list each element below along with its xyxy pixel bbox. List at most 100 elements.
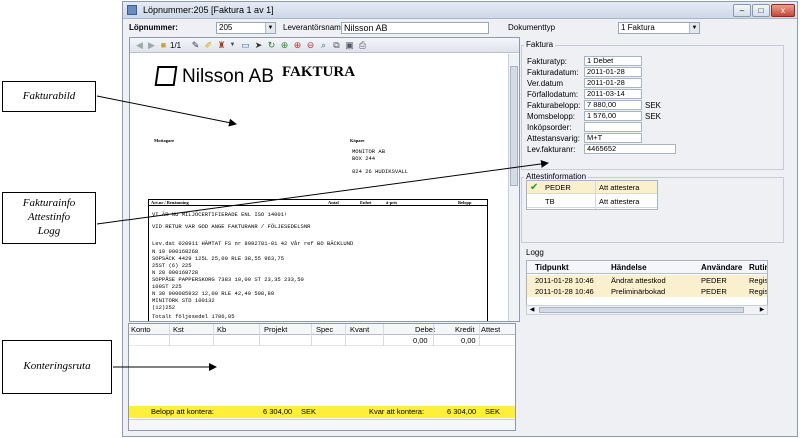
invoice-line: VI ÄR NU MILJÖCERTIFIERADE ENL ISO 14001…	[152, 211, 288, 218]
invoice-line: 25ST (6) 225	[152, 262, 192, 269]
kontering-col-projekt[interactable]: Projekt	[264, 325, 287, 334]
scroll-left-icon[interactable]: ◀	[527, 306, 537, 314]
kontering-col-attest[interactable]: Attest	[481, 325, 500, 334]
pen-icon[interactable]: ✎	[190, 40, 201, 51]
zoom-icon[interactable]: ⌕	[318, 40, 329, 51]
attest-row[interactable]: TB Att attestera	[527, 195, 657, 208]
arrow-left-icon[interactable]: ◀	[134, 40, 145, 51]
dokumenttyp-combo[interactable]: 1 Faktura ▼	[618, 22, 700, 34]
invoice-line: VID RETUR VAR GOD ANGE FAKTURANR / FÖLJE…	[152, 223, 311, 230]
chevron-down-icon[interactable]: ▼	[689, 23, 699, 33]
kontering-divider	[213, 324, 214, 346]
chevron-down-icon[interactable]: ▼	[265, 23, 275, 33]
scrollbar-thumb[interactable]	[510, 66, 518, 186]
levfakturanr-label: Lev.fakturanr:	[527, 145, 576, 154]
invoice-vertical-scrollbar[interactable]	[508, 54, 519, 321]
invoice-brand: Nilsson AB	[182, 66, 274, 87]
zoom-fit-icon[interactable]: ⊕	[279, 40, 290, 51]
fakturabelopp-currency: SEK	[645, 101, 662, 110]
zoom-in-icon[interactable]: ⊕	[292, 40, 303, 51]
folder-icon[interactable]: ■	[158, 40, 169, 51]
kontering-grid: Konto Kst Kb Projekt Spec Kvant Debet Kr…	[128, 323, 516, 431]
invoice-image-pane: ◀ ▶ ■ 1/1 ✎ ✐ ♜ ▼ ▭ ➤ ↻ ⊕ ⊕ ⊖ ⌕ ⧉ ▣ ⎙ Ni…	[129, 37, 520, 322]
lopnummer-combo[interactable]: 205 ▼	[216, 22, 276, 34]
print-icon[interactable]: ⎙	[357, 40, 368, 51]
fakturabelopp-field[interactable]: 7 880,00	[584, 100, 642, 110]
callout-fakturainfo: Fakturainfo Attestinfo Logg	[2, 192, 96, 244]
belopp-currency: SEK	[301, 407, 317, 416]
invoice-doc-title: FAKTURA	[282, 64, 356, 80]
dropdown-icon[interactable]: ▼	[227, 40, 238, 51]
title-bar[interactable]: Löpnummer:205 [Faktura 1 av 1] – □ x	[123, 2, 797, 19]
log-horizontal-scrollbar[interactable]: ◀ ▶	[526, 305, 768, 315]
invoice-line: SOPPÅSE PAPPERSKORG 7383 10,00 ST 23,35 …	[152, 276, 304, 283]
invoice-col-antal: Antal	[328, 200, 339, 205]
kontering-col-kredit[interactable]: Kredit	[455, 325, 475, 334]
forfallodatum-label: Förfallodatum:	[527, 90, 579, 99]
invoice-col-belopp: Belopp	[458, 200, 472, 205]
log-title: Logg	[524, 248, 546, 257]
comment-icon[interactable]: ▭	[240, 40, 251, 51]
kontering-col-konto[interactable]: Konto	[131, 325, 151, 334]
invoice-line: N 10 000168268	[152, 248, 199, 255]
empty-area	[517, 323, 792, 431]
kontering-divider	[259, 324, 260, 346]
arrow-right-icon[interactable]: ▶	[146, 40, 157, 51]
kontering-divider	[433, 324, 434, 346]
attest-status: Att attestera	[599, 197, 640, 206]
inkopsorder-field[interactable]	[584, 122, 642, 132]
log-col-anvandare[interactable]: Användare	[701, 263, 742, 272]
fit-page-icon[interactable]: ⧉	[331, 40, 342, 51]
forfallodatum-field[interactable]: 2011-03-14	[584, 89, 642, 99]
highlighter-icon[interactable]: ✐	[203, 40, 214, 51]
pointer-icon[interactable]: ➤	[253, 40, 264, 51]
rotate-icon[interactable]: ↻	[266, 40, 277, 51]
kontering-col-debet[interactable]: Debet	[415, 325, 435, 334]
minimize-button[interactable]: –	[733, 4, 751, 17]
close-button[interactable]: x	[771, 4, 795, 17]
kvar-value: 6 304,00	[447, 407, 477, 416]
attest-row[interactable]: ✔ PEDER Att attestera	[527, 181, 657, 194]
log-col-rutin[interactable]: Rutin	[749, 263, 767, 272]
log-row[interactable]: 2011-01-28 10:46 Ändrat attestkod PEDER …	[527, 275, 767, 286]
momsbelopp-currency: SEK	[645, 112, 662, 121]
kontering-cell-debet[interactable]: 0,00	[413, 336, 428, 345]
callout-fakturainfo-line3: Logg	[37, 224, 61, 237]
invoice-col-enhet: Enhet	[360, 200, 372, 205]
invoice-line: SOPSÄCK 4429 125L 25,00 RLE 38,55 963,75	[152, 255, 285, 262]
verdatum-field[interactable]: 2011-01-28	[584, 78, 642, 88]
zoom-out-icon[interactable]: ⊖	[305, 40, 316, 51]
belopp-value: 6 304,00	[263, 407, 293, 416]
momsbelopp-field[interactable]: 1 576,00	[584, 111, 642, 121]
log-col-tidpunkt[interactable]: Tidpunkt	[535, 263, 569, 272]
stamp-icon[interactable]: ♜	[216, 40, 227, 51]
maximize-button[interactable]: □	[752, 4, 770, 17]
log-col-handelse[interactable]: Händelse	[611, 263, 647, 272]
kontering-col-kvant[interactable]: Kvant	[350, 325, 369, 334]
kontering-divider	[311, 324, 312, 346]
fakturabelopp-label: Fakturabelopp:	[527, 101, 581, 110]
kontering-row[interactable]: 0,00 0,00	[129, 335, 515, 346]
levfakturanr-field[interactable]: 4465652	[584, 144, 676, 154]
log-row[interactable]: 2011-01-28 10:46 Preliminärbokad PEDER R…	[527, 286, 767, 297]
invoice-line: N 30 900085932 12,00 RLE 42,40 508,80	[152, 290, 275, 297]
leverantor-field[interactable]: Nilsson AB	[341, 22, 489, 34]
invoice-document: Nilsson AB FAKTURA Mottagare Köpare MONI…	[130, 54, 508, 321]
fakturadatum-field[interactable]: 2011-01-28	[584, 67, 642, 77]
kontering-divider	[479, 324, 480, 346]
attestansvarig-label: Attestansvarig:	[527, 134, 580, 143]
kontering-cell-kredit[interactable]: 0,00	[461, 336, 476, 345]
kontering-col-kst[interactable]: Kst	[173, 325, 184, 334]
scrollbar-thumb[interactable]	[539, 307, 744, 313]
attestansvarig-field[interactable]: M+T	[584, 133, 642, 143]
kontering-footer	[129, 419, 515, 430]
invoice-line: (12)252	[152, 304, 176, 311]
invoice-col-apris: á-pris	[386, 200, 398, 205]
scroll-right-icon[interactable]: ▶	[757, 306, 767, 314]
kontering-col-kb[interactable]: Kb	[217, 325, 226, 334]
kvar-label: Kvar att kontera:	[369, 407, 425, 416]
kontering-col-spec[interactable]: Spec	[316, 325, 333, 334]
kontering-header: Konto Kst Kb Projekt Spec Kvant Debet Kr…	[129, 324, 515, 335]
fakturatyp-field[interactable]: 1 Debet	[584, 56, 642, 66]
fit-width-icon[interactable]: ▣	[344, 40, 355, 51]
